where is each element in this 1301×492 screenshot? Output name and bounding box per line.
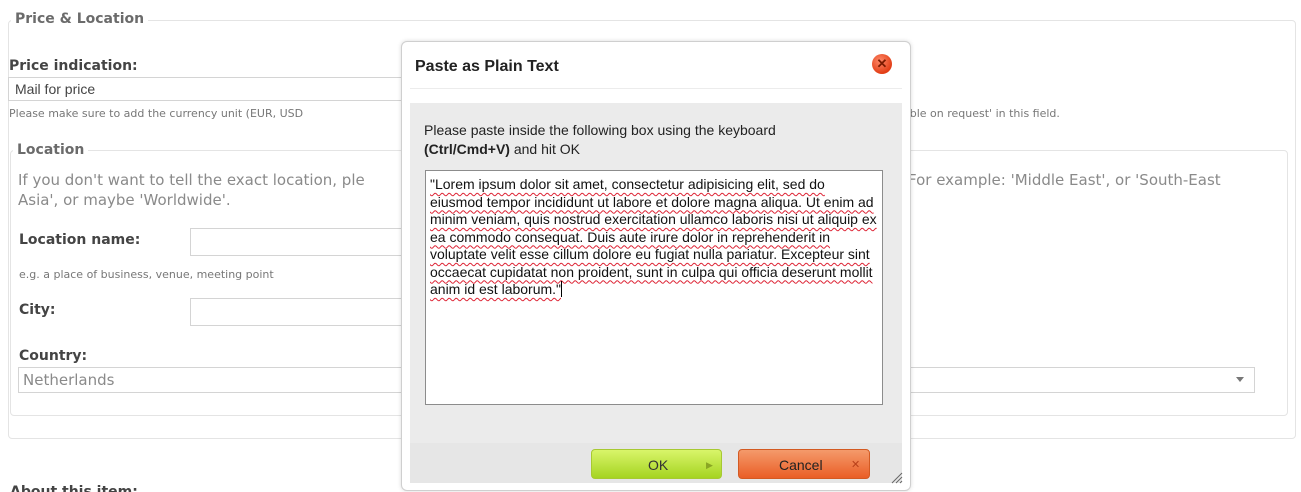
location-desc-line1: If you don't want to tell the exact loca…: [18, 171, 365, 189]
city-input[interactable]: [190, 298, 405, 326]
section-legend: Price & Location: [11, 11, 149, 27]
location-name-label: Location name:: [19, 232, 141, 248]
page: Price & Location Price indication: Mail …: [0, 0, 1301, 492]
location-name-input[interactable]: [190, 228, 405, 256]
location-desc-line2: Asia', or maybe 'Worldwide'.: [18, 191, 231, 209]
location-name-help: e.g. a place of business, venue, meeting…: [19, 268, 274, 281]
instruction-shortcut: (Ctrl/Cmd+V): [424, 141, 510, 157]
about-item-label: About this item:: [10, 484, 138, 492]
instruction-line1: Please paste inside the following box us…: [424, 122, 776, 138]
ok-button-label: OK: [648, 457, 669, 473]
price-indication-label: Price indication:: [9, 58, 138, 74]
resize-grip-icon[interactable]: [889, 470, 903, 484]
price-help-text-left: Please make sure to add the currency uni…: [9, 107, 304, 120]
dialog-footer: OK ▶ Cancel ✕: [410, 443, 902, 483]
location-legend: Location: [13, 142, 89, 158]
paste-plain-text-dialog: Paste as Plain Text ✕ Please paste insid…: [401, 41, 911, 491]
city-label: City:: [19, 302, 56, 318]
ok-button[interactable]: OK ▶: [591, 449, 722, 479]
text-caret: [561, 281, 563, 297]
chevron-down-icon: [1236, 377, 1244, 382]
dialog-divider: [410, 88, 902, 89]
instruction-rest: and hit OK: [509, 141, 580, 157]
dialog-body: Please paste inside the following box us…: [410, 103, 902, 443]
close-icon[interactable]: ✕: [872, 54, 892, 74]
cancel-x-icon: ✕: [851, 459, 861, 471]
paste-textarea[interactable]: "Lorem ipsum dolor sit amet, consectetur…: [425, 170, 883, 405]
price-help-text-right: able on request' in this field.: [903, 107, 1060, 120]
price-indication-input[interactable]: Mail for price: [8, 77, 408, 101]
arrow-right-icon: ▶: [706, 460, 713, 470]
paste-textarea-content: "Lorem ipsum dolor sit amet, consectetur…: [430, 176, 877, 297]
location-desc-right: For example: 'Middle East', or 'South-Ea…: [908, 171, 1221, 189]
dialog-title: Paste as Plain Text: [415, 58, 559, 75]
dialog-instructions: Please paste inside the following box us…: [424, 121, 894, 159]
country-select-value: Netherlands: [23, 371, 115, 389]
cancel-button[interactable]: Cancel ✕: [738, 449, 870, 479]
cancel-button-label: Cancel: [779, 457, 823, 473]
country-label: Country:: [19, 348, 88, 364]
